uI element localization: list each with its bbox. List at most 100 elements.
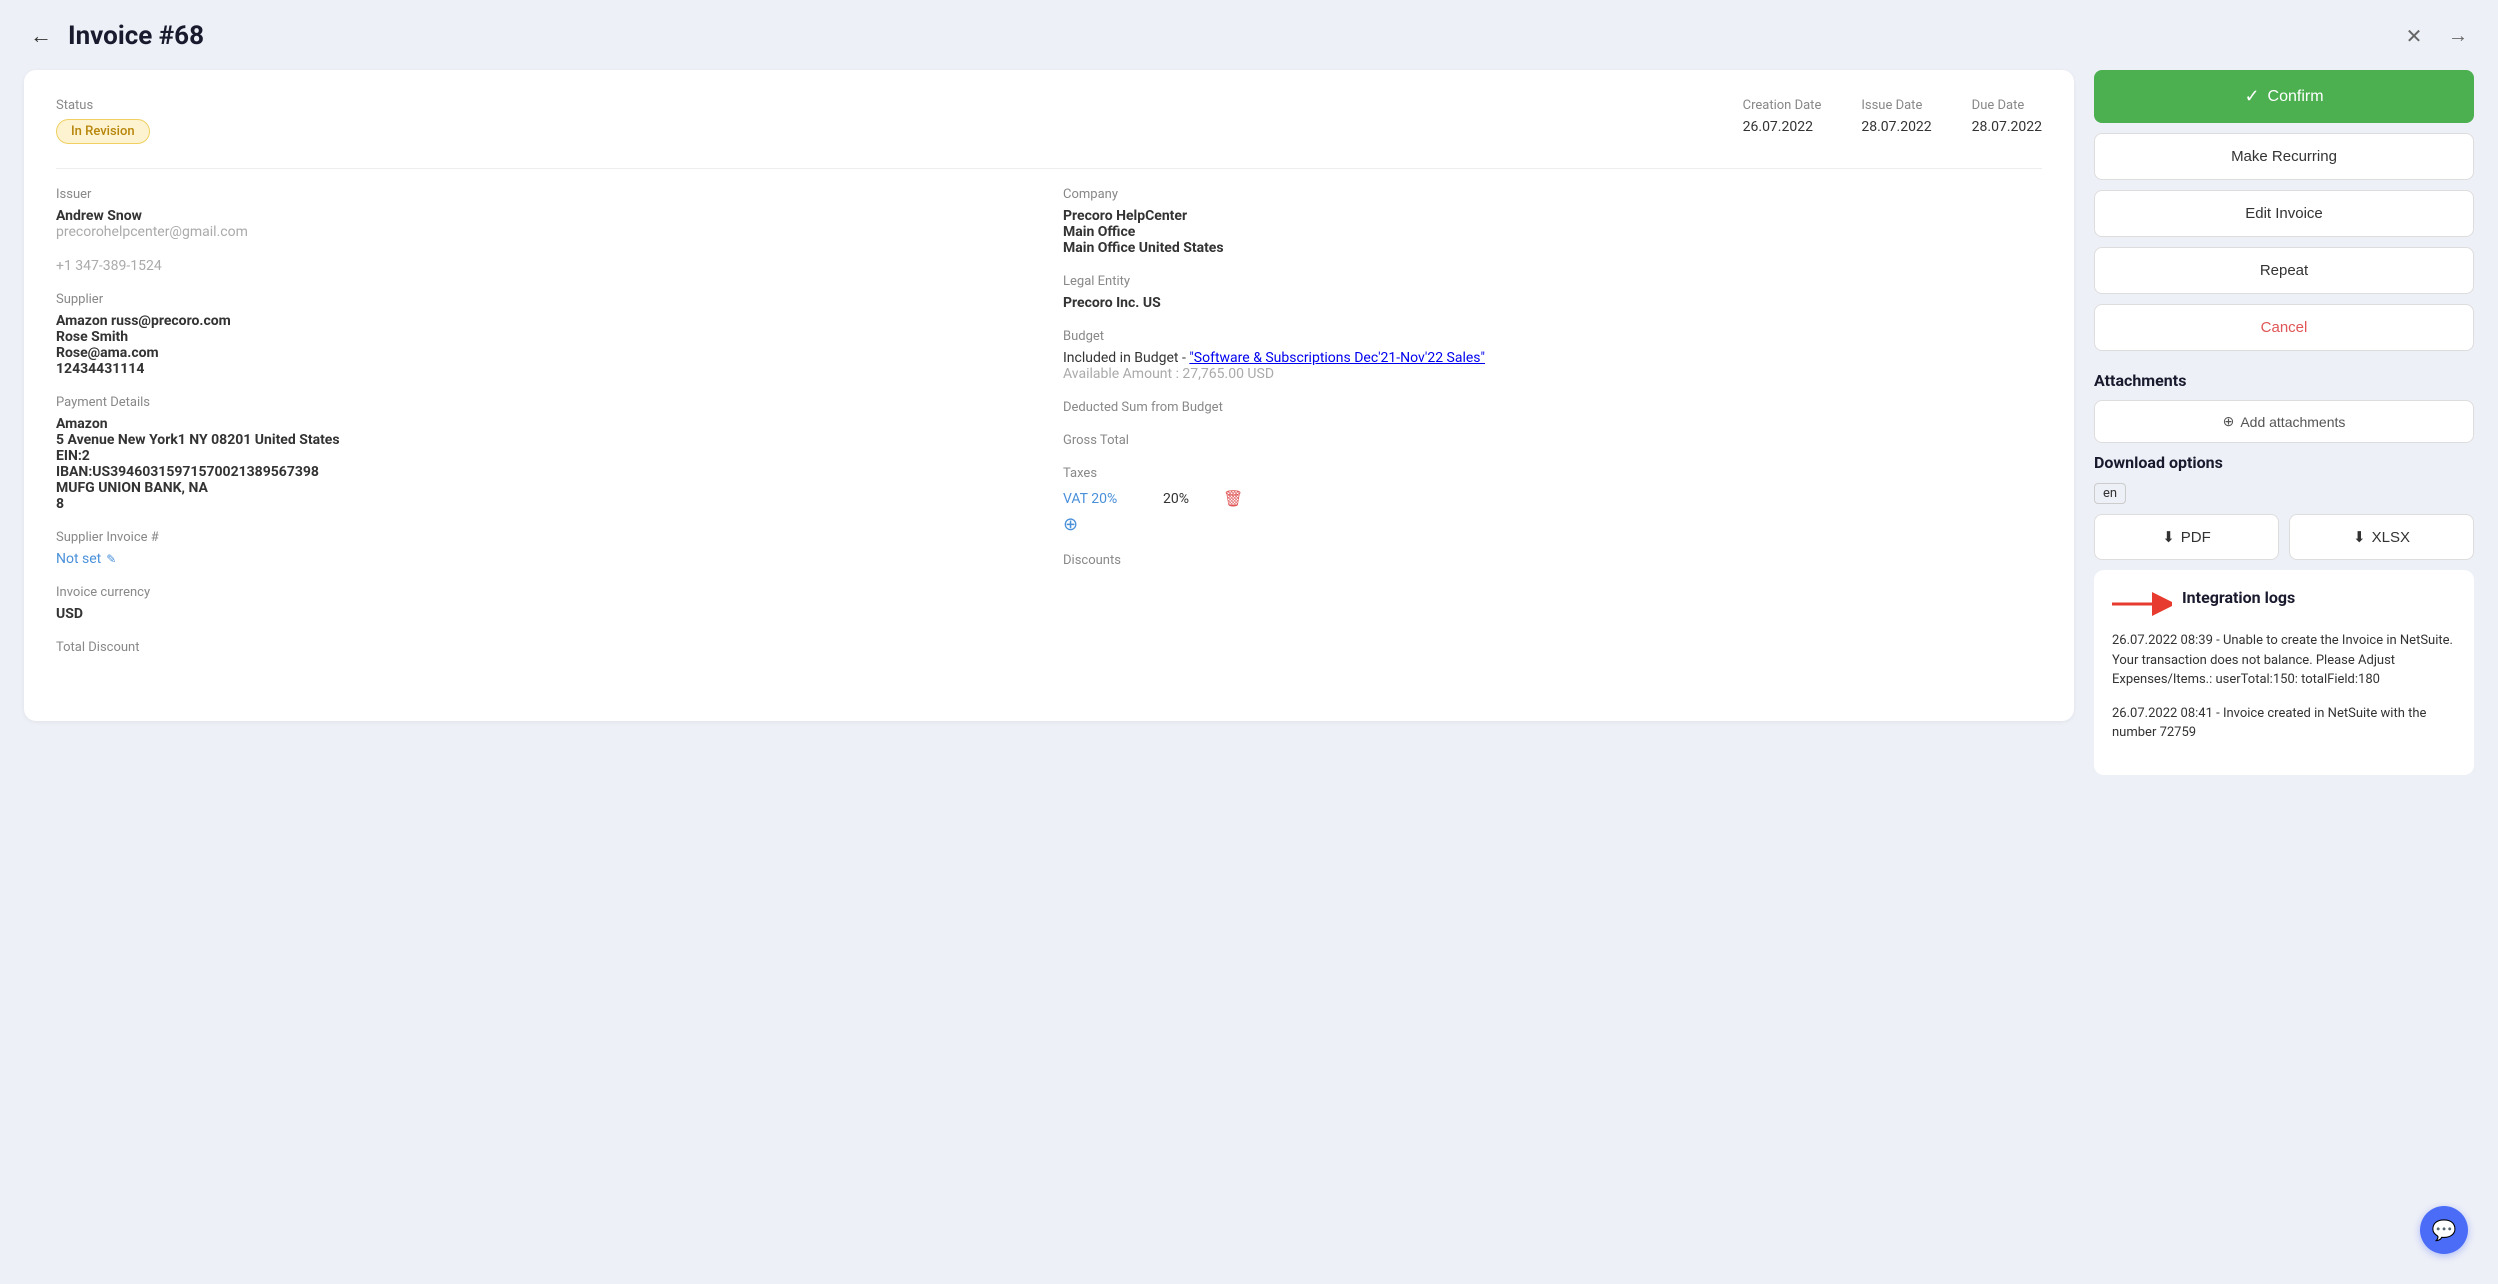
header-right: ✕ → [2398,20,2474,52]
gross-total-block: Gross Total [1063,433,2042,448]
delete-tax-icon[interactable]: 🗑 [1223,489,1243,508]
download-xlsx-icon: ⬇ [2353,528,2366,546]
add-attachments-button[interactable]: ⊕ Add attachments [2094,400,2474,443]
right-col: Company Precoro HelpCenter Main Office M… [1063,187,2042,673]
chat-button[interactable]: 💬 [2420,1206,2468,1254]
edit-icon: ✎ [106,552,116,566]
payment-ein: EIN:2 [56,448,1035,464]
budget-block: Budget Included in Budget - "Software & … [1063,329,2042,382]
page-header: ← Invoice #68 ✕ → [24,20,2474,52]
integration-logs-title: Integration logs [2182,588,2295,607]
supplier-invoice-label: Supplier Invoice # [56,530,1035,545]
creation-date-section: Creation Date 26.07.2022 [1743,98,1822,135]
plus-circle-icon: ⊕ [2223,413,2235,430]
taxes-label: Taxes [1063,466,2042,481]
confirm-check-icon: ✓ [2244,86,2259,107]
issuer-phone-block: +1 347-389-1524 [56,258,1035,274]
budget-link[interactable]: "Software & Subscriptions Dec'21-Nov'22 … [1189,350,1485,366]
status-badge: In Revision [56,119,150,144]
invoice-currency-label: Invoice currency [56,585,1035,600]
invoice-currency-value: USD [56,606,1035,622]
xlsx-download-button[interactable]: ⬇ XLSX [2289,514,2474,560]
pdf-label: PDF [2181,529,2211,546]
due-date-value: 28.07.2022 [1972,119,2042,135]
supplier-invoice-value[interactable]: Not set ✎ [56,551,1035,567]
invoice-middle: Issuer Andrew Snow precorohelpcenter@gma… [56,187,2042,673]
total-discount-block: Total Discount [56,640,1035,655]
invoice-currency-block: Invoice currency USD [56,585,1035,622]
supplier-email: Rose@ama.com [56,345,1035,361]
budget-text: Included in Budget - "Software & Subscri… [1063,350,2042,366]
add-tax-icon[interactable]: ⊕ [1063,514,2042,535]
company-location: Main Office United States [1063,240,2042,256]
issue-date-label: Issue Date [1861,98,1931,113]
budget-available: Available Amount : 27,765.00 USD [1063,366,2042,382]
due-date-label: Due Date [1972,98,2042,113]
cancel-button[interactable]: Cancel [2094,304,2474,351]
legal-entity-block: Legal Entity Precoro Inc. US [1063,274,2042,311]
supplier-name: Amazon russ@precoro.com [56,313,1035,329]
issuer-name: Andrew Snow [56,208,1035,224]
creation-date-value: 26.07.2022 [1743,119,1822,135]
download-pdf-icon: ⬇ [2162,528,2175,546]
tax-name[interactable]: VAT 20% [1063,491,1143,507]
download-row: ⬇ PDF ⬇ XLSX [2094,514,2474,560]
status-section: Status In Revision [56,98,1703,144]
attachments-title: Attachments [2094,371,2474,390]
company-block: Company Precoro HelpCenter Main Office M… [1063,187,2042,256]
back-button[interactable]: ← [24,21,58,51]
issuer-block: Issuer Andrew Snow precorohelpcenter@gma… [56,187,1035,240]
chat-icon: 💬 [2432,1218,2457,1243]
payment-bank: MUFG UNION BANK, NA [56,480,1035,496]
issuer-email: precorohelpcenter@gmail.com [56,224,1035,240]
due-date-section: Due Date 28.07.2022 [1972,98,2042,135]
legal-entity-label: Legal Entity [1063,274,2042,289]
download-title: Download options [2094,453,2474,472]
add-attachments-label: Add attachments [2240,414,2345,430]
taxes-section: Taxes VAT 20% 20% 🗑 ⊕ [1063,466,2042,535]
company-name: Precoro HelpCenter [1063,208,2042,224]
payment-iban: IBAN:US39460315971570021389567398 [56,464,1035,480]
page-title: Invoice #68 [68,21,204,51]
close-icon: ✕ [2406,24,2423,49]
total-discount-label: Total Discount [56,640,1035,655]
discounts-block: Discounts [1063,553,2042,568]
main-layout: Status In Revision Creation Date 26.07.2… [24,70,2474,775]
issuer-phone: +1 347-389-1524 [56,258,1035,274]
supplier-invoice-block: Supplier Invoice # Not set ✎ [56,530,1035,567]
log-entry-2: 26.07.2022 08:41 - Invoice created in Ne… [2112,704,2456,743]
close-button[interactable]: ✕ [2398,20,2430,52]
issue-date-value: 28.07.2022 [1861,119,1931,135]
discounts-label: Discounts [1063,553,2042,568]
supplier-contact: Rose Smith [56,329,1035,345]
invoice-card: Status In Revision Creation Date 26.07.2… [24,70,2074,721]
download-section: Download options en ⬇ PDF ⬇ XLSX [2094,453,2474,560]
right-panel: ✓ Confirm Make Recurring Edit Invoice Re… [2094,70,2474,775]
budget-label: Budget [1063,329,2042,344]
supplier-label: Supplier [56,292,1035,307]
repeat-button[interactable]: Repeat [2094,247,2474,294]
tax-pct: 20% [1163,491,1203,507]
divider-1 [56,168,2042,169]
xlsx-label: XLSX [2372,529,2410,546]
tax-row: VAT 20% 20% 🗑 [1063,489,2042,508]
log-entry-1: 26.07.2022 08:39 - Unable to create the … [2112,631,2456,690]
gross-total-label: Gross Total [1063,433,2042,448]
header-left: ← Invoice #68 [24,21,204,51]
payment-address: 5 Avenue New York1 NY 08201 United State… [56,432,1035,448]
pdf-download-button[interactable]: ⬇ PDF [2094,514,2279,560]
payment-details-block: Payment Details Amazon 5 Avenue New York… [56,395,1035,512]
edit-invoice-button[interactable]: Edit Invoice [2094,190,2474,237]
confirm-button[interactable]: ✓ Confirm [2094,70,2474,123]
payment-code: 8 [56,496,1035,512]
payment-details-label: Payment Details [56,395,1035,410]
forward-button[interactable]: → [2442,20,2474,52]
integration-logs-section: Integration logs 26.07.2022 08:39 - Unab… [2094,570,2474,775]
make-recurring-button[interactable]: Make Recurring [2094,133,2474,180]
attachments-section: Attachments ⊕ Add attachments [2094,361,2474,443]
supplier-id: 12434431114 [56,361,1035,377]
invoice-top-row: Status In Revision Creation Date 26.07.2… [56,98,2042,144]
lang-badge[interactable]: en [2094,483,2126,504]
confirm-label: Confirm [2268,88,2324,106]
forward-icon: → [2448,25,2468,48]
